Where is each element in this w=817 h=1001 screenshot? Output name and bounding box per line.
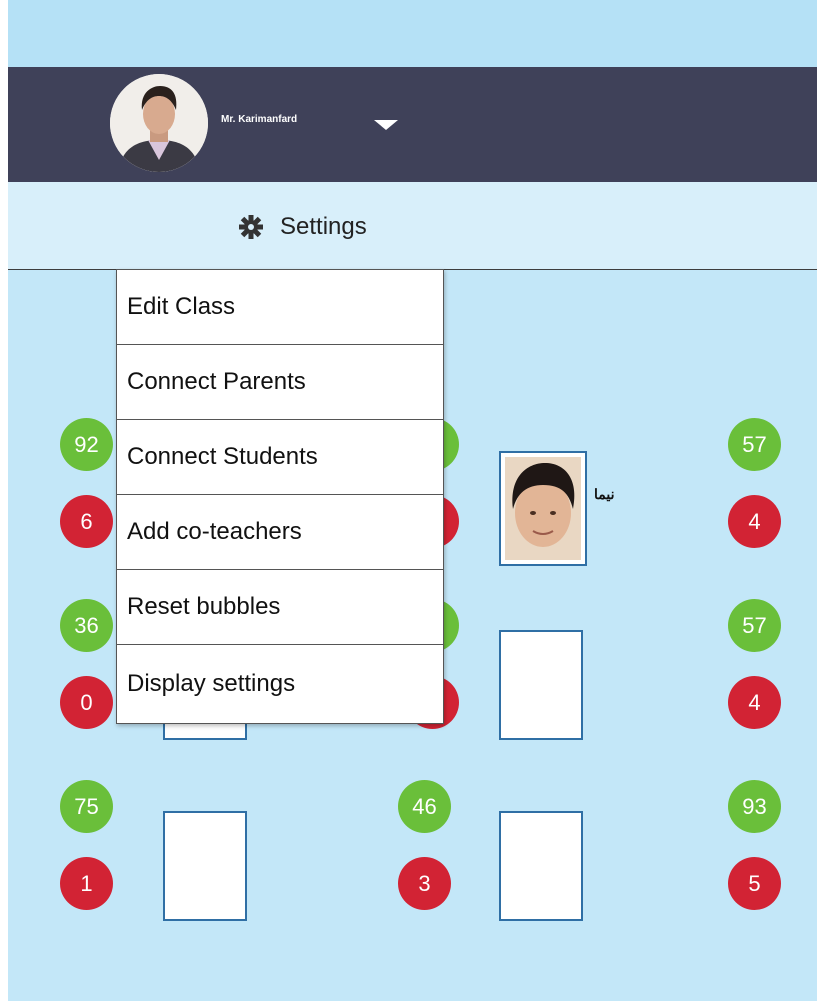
positive-points-bubble[interactable]: 57 (728, 599, 781, 652)
negative-points-bubble[interactable]: 4 (728, 676, 781, 729)
negative-points-bubble[interactable]: 4 (728, 495, 781, 548)
top-strip (8, 0, 817, 67)
menu-item-connect-students[interactable]: Connect Students (117, 420, 443, 495)
positive-points-bubble[interactable]: 36 (60, 599, 113, 652)
student-name: نیما (594, 486, 615, 502)
positive-points-bubble[interactable]: 75 (60, 780, 113, 833)
settings-label: Settings (280, 213, 367, 240)
negative-points-bubble[interactable]: 3 (398, 857, 451, 910)
positive-points-bubble[interactable]: 46 (398, 780, 451, 833)
menu-item-display-settings[interactable]: Display settings (117, 645, 443, 723)
teacher-avatar-image (110, 74, 208, 172)
negative-points-bubble[interactable]: 1 (60, 857, 113, 910)
student-desk[interactable] (163, 811, 247, 921)
negative-points-bubble[interactable]: 5 (728, 857, 781, 910)
classroom-app: Mr. Karimanfard Settings 92 6 نیما 57 4 … (8, 0, 817, 1001)
settings-bar: Settings (8, 182, 817, 270)
student-photo (505, 457, 581, 560)
negative-points-bubble[interactable]: 6 (60, 495, 113, 548)
header-bar: Mr. Karimanfard (8, 67, 817, 182)
settings-button[interactable]: Settings (238, 210, 367, 244)
student-desk[interactable] (499, 811, 583, 921)
positive-points-bubble[interactable]: 92 (60, 418, 113, 471)
account-dropdown-icon[interactable] (374, 120, 398, 130)
student-desk[interactable] (499, 630, 583, 740)
teacher-avatar[interactable] (110, 74, 208, 172)
menu-item-edit-class[interactable]: Edit Class (117, 270, 443, 345)
gear-icon (239, 215, 263, 239)
teacher-name: Mr. Karimanfard (221, 114, 298, 125)
menu-item-add-co-teachers[interactable]: Add co-teachers (117, 495, 443, 570)
settings-menu: Edit Class Connect Parents Connect Stude… (116, 269, 444, 724)
menu-item-connect-parents[interactable]: Connect Parents (117, 345, 443, 420)
negative-points-bubble[interactable]: 0 (60, 676, 113, 729)
menu-item-reset-bubbles[interactable]: Reset bubbles (117, 570, 443, 645)
student-desk[interactable] (499, 451, 587, 566)
positive-points-bubble[interactable]: 57 (728, 418, 781, 471)
positive-points-bubble[interactable]: 93 (728, 780, 781, 833)
